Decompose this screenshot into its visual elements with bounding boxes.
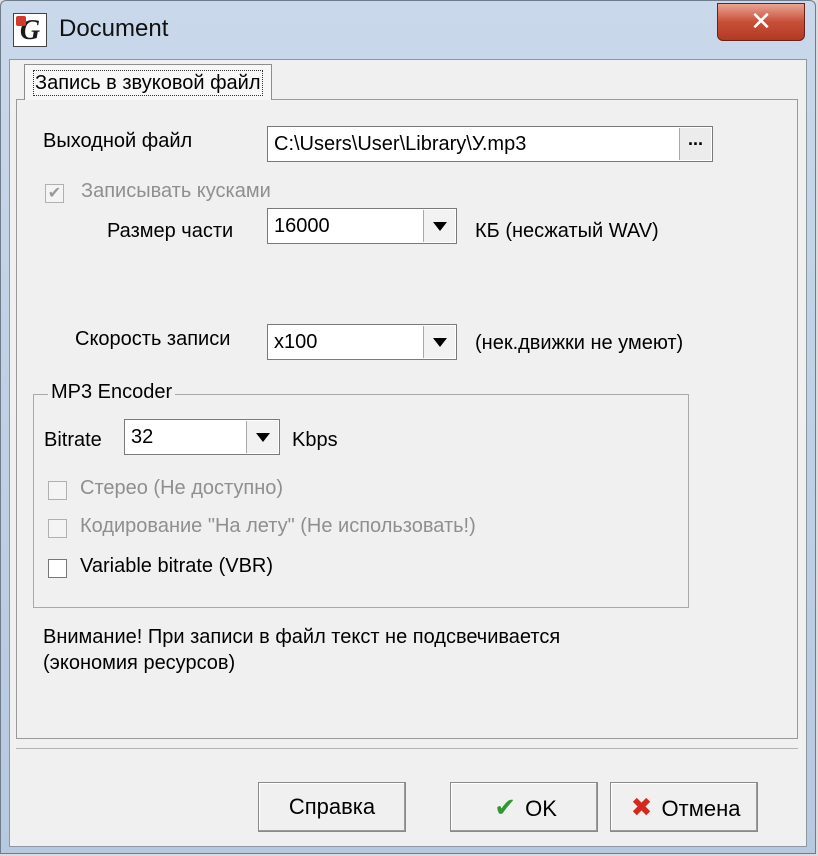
app-icon-accent [16,16,26,26]
mp3-encoder-title: MP3 Encoder [48,381,176,404]
record-chunks-label: Записывать кусками [81,180,271,202]
warning-text-line1: Внимание! При записи в файл текст не под… [43,626,561,648]
cancel-x-icon: ✖ [630,792,653,822]
help-button-label: Справка [288,794,376,819]
bitrate-unit: Kbps [292,429,338,451]
close-button[interactable]: ✕ [717,3,805,41]
chevron-down-icon[interactable] [423,210,455,242]
chunk-size-value: 16000 [274,215,330,237]
checkmark-icon: ✔ [47,185,62,202]
chevron-down-icon[interactable] [246,421,278,453]
chunk-size-select[interactable]: 16000 [267,208,457,244]
tab-record-to-audio-file[interactable]: Запись в звуковой файл [24,64,272,100]
help-button[interactable]: Справка [258,782,406,832]
output-file-value: C:\Users\User\Library\У.mp3 [274,133,527,155]
window-title: Document [59,15,169,42]
stereo-checkbox[interactable] [48,481,67,500]
bitrate-value: 32 [131,426,154,448]
browse-button[interactable]: ... [679,128,711,160]
chunk-size-unit: КБ (несжатый WAV) [475,220,659,242]
bitrate-select[interactable]: 32 [124,419,280,455]
vbr-checkbox[interactable] [48,559,67,578]
bitrate-label: Bitrate [44,429,102,451]
ok-button[interactable]: ✔ OK [450,782,598,832]
app-icon[interactable]: G [13,13,47,47]
output-file-input[interactable]: C:\Users\User\Library\У.mp3 ... [267,126,713,162]
record-speed-label: Скорость записи [75,328,231,350]
chevron-down-icon[interactable] [423,326,455,358]
vbr-label: Variable bitrate (VBR) [80,555,274,577]
on-the-fly-label: Кодирование "На лету" (Не использовать!) [80,515,476,537]
record-speed-select[interactable]: x100 [267,324,457,360]
status-strip [16,748,798,777]
cancel-button[interactable]: ✖ Отмена [610,782,758,832]
tab-label: Запись в звуковой файл [33,70,263,96]
record-speed-note: (нек.движки не умеют) [475,332,684,354]
ok-button-label: OK [525,796,557,821]
title-bar[interactable]: G Document ✕ [1,1,815,59]
tab-panel: Выходной файл C:\Users\User\Library\У.mp… [16,99,798,739]
record-chunks-checkbox[interactable]: ✔ [45,184,64,203]
mp3-encoder-group: MP3 Encoder Bitrate 32 Kbps Стерео (Не д… [33,381,689,608]
stereo-label: Стерео (Не доступно) [80,477,284,499]
dialog-window: G Document ✕ Запись в звуковой файл Выхо… [0,0,816,854]
chunk-size-label: Размер части [107,220,234,242]
on-the-fly-checkbox[interactable] [48,519,67,538]
browse-icon: ... [687,129,703,149]
checkmark-icon: ✔ [494,792,516,822]
cancel-button-label: Отмена [661,796,741,821]
dialog-client: Запись в звуковой файл Выходной файл C:\… [9,59,807,847]
output-file-label: Выходной файл [43,130,193,152]
close-icon: ✕ [750,6,772,36]
record-speed-value: x100 [274,331,318,353]
warning-text-line2: (экономия ресурсов) [43,652,236,674]
